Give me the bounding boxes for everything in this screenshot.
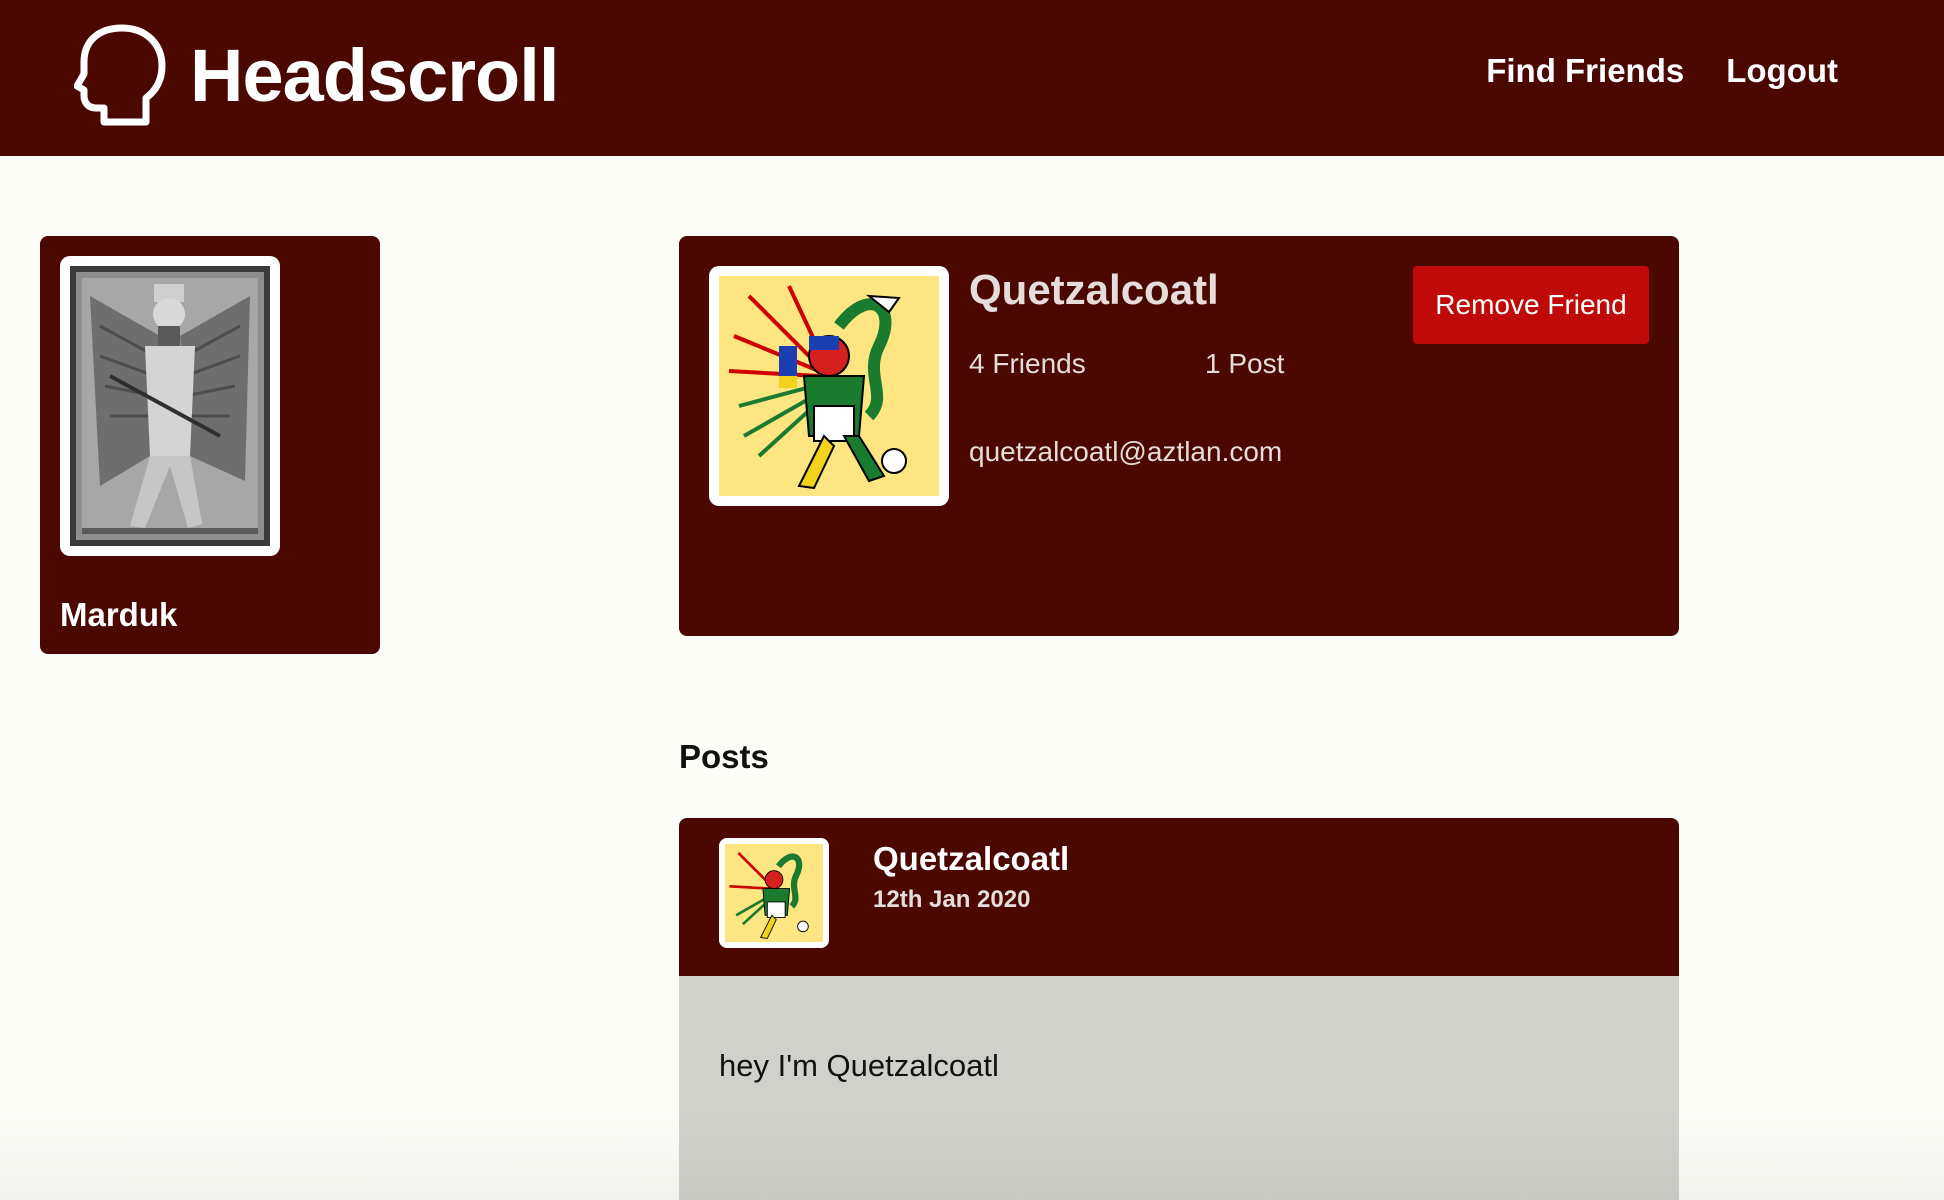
user-avatar: [60, 256, 280, 556]
marduk-relief-image: [70, 266, 270, 546]
post-author-avatar[interactable]: [719, 838, 829, 948]
find-friends-link[interactable]: Find Friends: [1486, 52, 1684, 90]
remove-friend-button[interactable]: Remove Friend: [1413, 266, 1649, 344]
current-user-name: Marduk: [60, 596, 178, 633]
post-header: Quetzalcoatl 12th Jan 2020: [679, 818, 1679, 976]
post-date: 12th Jan 2020: [873, 886, 1031, 913]
posts-heading: Posts: [679, 738, 769, 775]
friends-count[interactable]: 4 Friends: [969, 348, 1086, 380]
profile-card: Quetzalcoatl 4 Friends 1 Post quetzalcoa…: [679, 236, 1679, 636]
app-title: Headscroll: [190, 34, 559, 117]
head-outline-icon: [74, 24, 166, 126]
nav-links: Find Friends Logout: [1486, 52, 1838, 90]
profile-email: quetzalcoatl@aztlan.com: [969, 436, 1283, 467]
profile-name: Quetzalcoatl: [969, 266, 1219, 313]
brand[interactable]: Headscroll: [74, 24, 559, 128]
top-navbar: Headscroll Find Friends Logout: [0, 0, 1944, 156]
profile-avatar: [709, 266, 949, 506]
quetzalcoatl-codex-thumbnail: [725, 844, 823, 942]
posts-count: 1 Post: [1205, 348, 1285, 379]
post-text: hey I'm Quetzalcoatl: [719, 1048, 999, 1083]
quetzalcoatl-codex-image: [719, 276, 939, 496]
logout-link[interactable]: Logout: [1726, 52, 1838, 90]
current-user-card[interactable]: Marduk: [40, 236, 380, 654]
post-body: hey I'm Quetzalcoatl: [679, 976, 1679, 1200]
post-author-name[interactable]: Quetzalcoatl: [873, 840, 1069, 878]
post-card: Quetzalcoatl 12th Jan 2020 hey I'm Quetz…: [679, 818, 1679, 1200]
